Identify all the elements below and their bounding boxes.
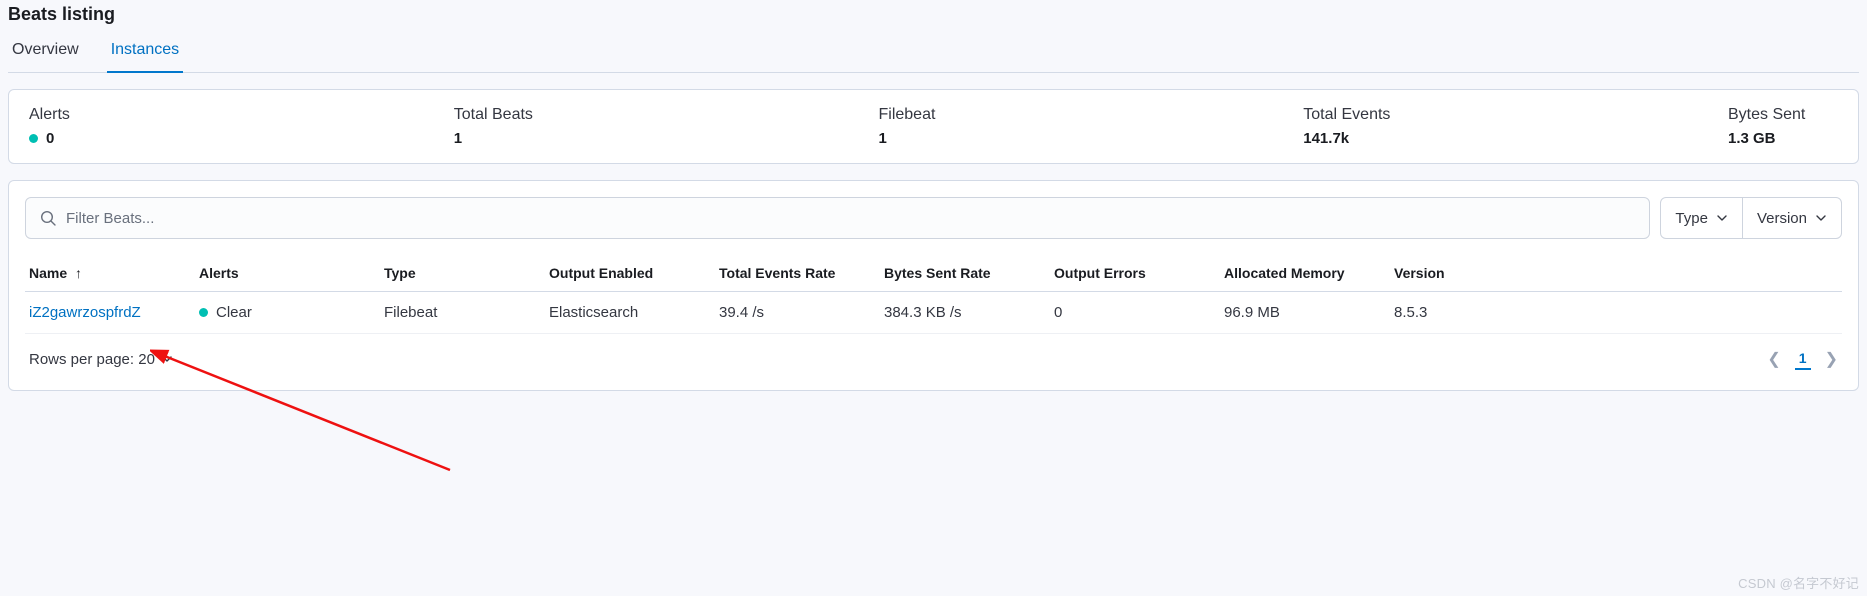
stat-value: 1.3 GB: [1728, 130, 1776, 147]
stats-panel: Alerts 0 Total Beats 1 Filebeat 1 Total …: [8, 89, 1859, 164]
content-panel: Type Version Name ↑ Alerts Type Output E…: [8, 180, 1859, 391]
cell-type: Filebeat: [380, 292, 545, 334]
stat-label: Alerts: [29, 106, 454, 124]
col-allocated-memory[interactable]: Allocated Memory: [1220, 257, 1390, 292]
pager-prev-icon[interactable]: ❮: [1767, 349, 1780, 369]
stat-total-events: Total Events 141.7k: [1303, 106, 1728, 147]
filter-label: Version: [1757, 210, 1807, 227]
cell-allocated-memory: 96.9 MB: [1220, 292, 1390, 334]
col-version[interactable]: Version: [1390, 257, 1842, 292]
pager-current-page[interactable]: 1: [1795, 348, 1811, 370]
col-bytes-sent-rate[interactable]: Bytes Sent Rate: [880, 257, 1050, 292]
page-title: Beats listing: [8, 4, 1859, 31]
stat-value: 1: [454, 130, 462, 147]
tabs: Overview Instances: [8, 31, 1859, 73]
filter-group: Type Version: [1660, 197, 1842, 239]
filter-label: Type: [1675, 210, 1708, 227]
stat-value: 141.7k: [1303, 130, 1349, 147]
pager: ❮ 1 ❯: [1767, 348, 1838, 370]
status-dot-icon: [29, 134, 38, 143]
stat-alerts: Alerts 0: [29, 106, 454, 147]
stat-value: 0: [46, 130, 54, 147]
stat-total-beats: Total Beats 1: [454, 106, 879, 147]
col-name[interactable]: Name ↑: [25, 257, 195, 292]
rows-per-page-button[interactable]: Rows per page: 20: [29, 351, 173, 368]
cell-output-enabled: Elasticsearch: [545, 292, 715, 334]
stat-label: Bytes Sent: [1728, 106, 1838, 124]
filter-type-button[interactable]: Type: [1661, 198, 1742, 238]
col-total-events-rate[interactable]: Total Events Rate: [715, 257, 880, 292]
col-output-enabled[interactable]: Output Enabled: [545, 257, 715, 292]
search-icon: [40, 210, 56, 226]
search-wrap[interactable]: [25, 197, 1650, 239]
cell-version: 8.5.3: [1390, 292, 1842, 334]
cell-output-errors: 0: [1050, 292, 1220, 334]
status-dot-icon: [199, 308, 208, 317]
table-row: iZ2gawrzospfrdZ Clear Filebeat Elasticse…: [25, 292, 1842, 334]
alert-text: Clear: [216, 304, 252, 321]
watermark: CSDN @名字不好记: [1738, 573, 1859, 592]
chevron-down-icon: [161, 353, 173, 365]
beats-table: Name ↑ Alerts Type Output Enabled Total …: [25, 257, 1842, 334]
stat-label: Total Events: [1303, 106, 1728, 124]
cell-alerts: Clear: [195, 292, 380, 334]
filter-version-button[interactable]: Version: [1742, 198, 1841, 238]
col-type[interactable]: Type: [380, 257, 545, 292]
tab-instances[interactable]: Instances: [107, 31, 183, 73]
search-input[interactable]: [66, 210, 1635, 227]
cell-name[interactable]: iZ2gawrzospfrdZ: [25, 292, 195, 334]
stat-bytes-sent: Bytes Sent 1.3 GB: [1728, 106, 1838, 147]
pager-next-icon[interactable]: ❯: [1825, 349, 1838, 369]
stat-label: Total Beats: [454, 106, 879, 124]
cell-bytes-sent-rate: 384.3 KB /s: [880, 292, 1050, 334]
col-label: Name: [29, 265, 67, 281]
col-output-errors[interactable]: Output Errors: [1050, 257, 1220, 292]
sort-asc-icon: ↑: [75, 265, 82, 281]
stat-label: Filebeat: [879, 106, 1304, 124]
tab-overview[interactable]: Overview: [8, 31, 83, 73]
cell-total-events-rate: 39.4 /s: [715, 292, 880, 334]
stat-filebeat: Filebeat 1: [879, 106, 1304, 147]
rows-per-label: Rows per page: 20: [29, 351, 155, 368]
col-alerts[interactable]: Alerts: [195, 257, 380, 292]
table-footer: Rows per page: 20 ❮ 1 ❯: [25, 334, 1842, 374]
chevron-down-icon: [1716, 212, 1728, 224]
toolbar: Type Version: [25, 197, 1842, 239]
stat-value: 1: [879, 130, 887, 147]
chevron-down-icon: [1815, 212, 1827, 224]
